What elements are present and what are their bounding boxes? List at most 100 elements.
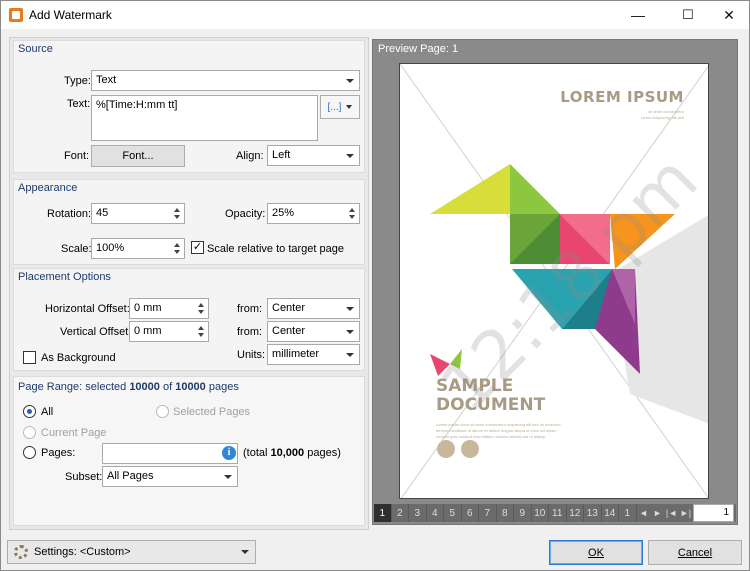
first-page-icon[interactable]: |◄ xyxy=(665,504,679,522)
horizontal-offset-spinner[interactable]: 0 mm xyxy=(129,298,209,319)
selected-pages-radio[interactable] xyxy=(156,405,169,418)
last-page-icon[interactable]: ►| xyxy=(679,504,693,522)
doc-body-line3: veniam quis nostrud exercitation ullamco… xyxy=(436,434,546,439)
align-select[interactable]: Left xyxy=(267,145,360,166)
vertical-offset-label: Vertical Offset: xyxy=(60,326,132,338)
rotation-spinner[interactable]: 45 xyxy=(91,203,185,224)
current-page-radio[interactable] xyxy=(23,426,36,439)
insert-macro-button[interactable]: [...] xyxy=(320,95,360,119)
pages-radio[interactable] xyxy=(23,446,36,459)
chevron-down-icon xyxy=(346,353,354,357)
chevron-down-icon xyxy=(346,79,354,83)
selected-pages-label: Selected Pages xyxy=(173,406,251,418)
scale-value: 100% xyxy=(96,242,125,254)
subset-select[interactable]: All Pages xyxy=(102,466,238,487)
close-button[interactable]: ✕ xyxy=(706,1,750,29)
page-tab[interactable]: 2 xyxy=(392,504,409,522)
doc-body-line1: Lorem ipsum dolor sit amet consectetur a… xyxy=(436,422,561,427)
subset-value: All Pages xyxy=(107,470,154,482)
type-value: Text xyxy=(96,74,117,86)
page-number-value: 1 xyxy=(723,507,729,518)
spin-down-icon[interactable] xyxy=(174,215,180,219)
subset-label: Subset: xyxy=(65,471,103,483)
page-tab[interactable]: 14 xyxy=(602,504,619,522)
preview-page: LOREM IPSUM sit amet consectetur lorem a… xyxy=(399,63,709,499)
prev-page-icon[interactable]: ◄ xyxy=(637,504,651,522)
vertical-from-value: Center xyxy=(272,325,306,337)
next-page-icon[interactable]: ► xyxy=(651,504,665,522)
chevron-down-icon xyxy=(346,330,354,334)
spin-down-icon[interactable] xyxy=(349,215,355,219)
all-pages-label: All xyxy=(41,406,54,418)
pages-total-text: (total 10,000 pages) xyxy=(243,447,341,459)
horizontal-offset-label: Horizontal Offset: xyxy=(45,303,130,315)
font-label: Font: xyxy=(64,150,90,162)
units-select[interactable]: millimeter xyxy=(267,344,360,365)
page-range-title: Page Range: selected 10000 of 10000 page… xyxy=(18,381,239,393)
page-tab[interactable]: 7 xyxy=(479,504,497,522)
page-tab[interactable]: 5 xyxy=(444,504,462,522)
app-logo-icon xyxy=(9,8,23,22)
rotation-value: 45 xyxy=(96,207,109,219)
doc-subheading-2: lorem adipiscing elit sed xyxy=(641,115,684,120)
page-tab[interactable]: 8 xyxy=(497,504,514,522)
page-tab[interactable]: 1 xyxy=(374,504,392,522)
page-tab[interactable]: 9 xyxy=(514,504,532,522)
source-section-title: Source xyxy=(18,43,53,55)
scale-relative-checkbox[interactable]: ✓ xyxy=(191,241,204,254)
spin-up-icon[interactable] xyxy=(198,303,204,307)
chevron-down-icon xyxy=(346,307,354,311)
all-pages-radio[interactable] xyxy=(23,405,36,418)
font-button[interactable]: Font... xyxy=(91,145,185,167)
watermark-text-input[interactable]: %[Time:H:mm tt] xyxy=(91,95,318,141)
spin-up-icon[interactable] xyxy=(174,208,180,212)
page-tab[interactable]: 12 xyxy=(567,504,584,522)
total-text-count: 10,000 xyxy=(270,447,305,459)
horizontal-from-select[interactable]: Center xyxy=(267,298,360,319)
settings-dropdown[interactable]: Settings: <Custom> xyxy=(7,540,256,564)
page-tab[interactable]: 3 xyxy=(409,504,427,522)
spin-down-icon[interactable] xyxy=(174,250,180,254)
align-value: Left xyxy=(272,149,291,161)
total-text-prefix: (total xyxy=(243,447,271,459)
total-count: 10000 xyxy=(175,381,206,393)
type-select[interactable]: Text xyxy=(91,70,360,91)
minimize-button[interactable]: — xyxy=(615,1,661,29)
vertical-offset-spinner[interactable]: 0 mm xyxy=(129,321,209,342)
spin-down-icon[interactable] xyxy=(198,310,204,314)
opacity-spinner[interactable]: 25% xyxy=(267,203,360,224)
current-page-label: Current Page xyxy=(41,427,107,439)
page-number-input[interactable]: 1 xyxy=(693,504,734,522)
page-tab[interactable]: 11 xyxy=(549,504,567,522)
doc-body-line2: tempor incididunt ut labore et dolore ma… xyxy=(436,428,557,433)
horizontal-offset-value: 0 mm xyxy=(134,302,162,314)
cancel-button[interactable]: Cancel xyxy=(648,540,742,565)
units-value: millimeter xyxy=(272,348,320,360)
page-range-mid: of xyxy=(159,381,176,393)
page-tab[interactable]: 1 xyxy=(619,504,637,522)
page-tab[interactable]: 6 xyxy=(462,504,479,522)
spin-up-icon[interactable] xyxy=(174,243,180,247)
ok-button[interactable]: OK xyxy=(549,540,643,565)
vertical-from-select[interactable]: Center xyxy=(267,321,360,342)
scale-relative-label: Scale relative to target page xyxy=(207,243,344,255)
text-label: Text: xyxy=(67,98,91,110)
page-thumbnail-list: 1 2 3 4 5 6 7 8 9 10 11 12 13 14 1 xyxy=(374,504,637,522)
chevron-down-icon xyxy=(224,475,232,479)
page-tab[interactable]: 13 xyxy=(584,504,602,522)
macro-icon: [...] xyxy=(327,101,342,113)
spin-down-icon[interactable] xyxy=(198,333,204,337)
as-background-checkbox[interactable] xyxy=(23,351,36,364)
scale-spinner[interactable]: 100% xyxy=(91,238,185,259)
watermark-text-value: %[Time:H:mm tt] xyxy=(96,99,178,111)
preview-title: Preview Page: 1 xyxy=(378,43,459,55)
page-tab[interactable]: 10 xyxy=(532,504,549,522)
units-label: Units: xyxy=(237,349,266,361)
spin-up-icon[interactable] xyxy=(349,208,355,212)
info-icon[interactable]: i xyxy=(222,446,236,460)
page-tab[interactable]: 4 xyxy=(427,504,444,522)
spin-up-icon[interactable] xyxy=(198,326,204,330)
maximize-button[interactable]: ☐ xyxy=(665,1,711,29)
pages-input[interactable] xyxy=(102,443,238,464)
vertical-offset-value: 0 mm xyxy=(134,325,162,337)
